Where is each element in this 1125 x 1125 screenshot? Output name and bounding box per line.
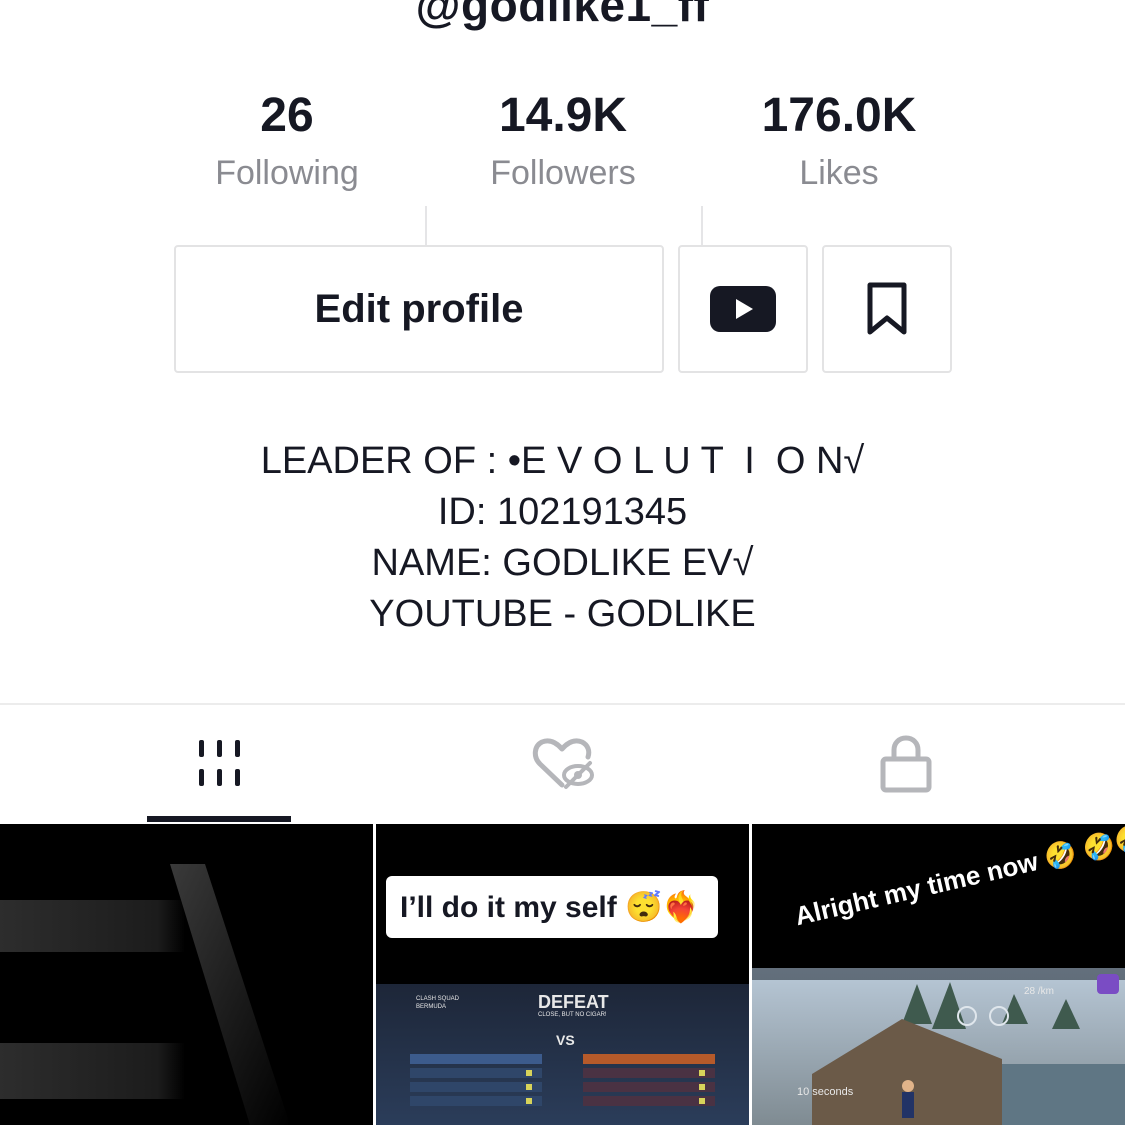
vs-label: VS (556, 1032, 575, 1048)
following-count: 26 (260, 89, 314, 142)
tab-private[interactable] (718, 705, 1093, 822)
hud-timer: 10 seconds (797, 1086, 854, 1098)
likes-label: Likes (799, 154, 879, 192)
tab-videos[interactable] (32, 705, 407, 822)
edit-profile-button[interactable]: Edit profile (174, 245, 664, 373)
followers-count: 14.9K (498, 89, 628, 142)
scoreboard-title: DEFEAT (538, 992, 609, 1012)
favorites-button[interactable] (822, 245, 952, 373)
video-thumbnail-art (376, 824, 749, 1125)
video-caption: I’ll do it my self 😴❤️‍🔥 (386, 876, 718, 938)
bookmark-icon (867, 282, 907, 335)
video-thumbnail[interactable]: I’ll do it my self 😴❤️‍🔥 DEFEAT CLOSE, B… (376, 824, 749, 1125)
hud-distance: 28 /km (1024, 986, 1055, 997)
liked-hidden-icon (532, 737, 594, 789)
bio-line: YOUTUBE - GODLIKE (369, 593, 756, 635)
stat-likes[interactable]: 176.0K Likes (701, 88, 977, 202)
map-label: BERMUDA (416, 1004, 447, 1010)
video-thumbnail[interactable] (0, 824, 373, 1125)
bio-line: LEADER OF : •E V O L U T I O N√ (260, 440, 865, 482)
followers-label: Followers (490, 154, 636, 192)
stat-followers[interactable]: 14.9K Followers (425, 88, 701, 202)
bio-line: ID: 102191345 (437, 491, 688, 533)
youtube-icon (710, 286, 776, 332)
stats-row: 26 Following 14.9K Followers 176.0K Like… (0, 88, 1125, 252)
profile-bio: LEADER OF : •E V O L U T I O N√ ID: 1021… (0, 436, 1125, 640)
following-label: Following (215, 154, 359, 192)
stat-following[interactable]: 26 Following (149, 88, 425, 202)
mode-label: CLASH SQUAD (416, 996, 460, 1002)
video-grid: I’ll do it my self 😴❤️‍🔥 DEFEAT CLOSE, B… (0, 822, 1125, 1125)
video-thumbnail[interactable]: Alright my time now 🤣 🤣🤣 10 seconds 28 /… (752, 824, 1125, 1125)
youtube-button[interactable] (678, 245, 808, 373)
profile-username: @godlike1_ff (415, 0, 710, 31)
scoreboard-subtitle: CLOSE, BUT NO CIGAR! (538, 1012, 607, 1018)
videos-grid-icon (198, 739, 240, 786)
video-thumbnail-art (0, 824, 373, 1125)
tab-liked[interactable] (376, 705, 751, 822)
bio-line: NAME: GODLIKE EV√ (371, 542, 754, 584)
likes-count: 176.0K (761, 89, 917, 142)
lock-icon (880, 734, 931, 792)
